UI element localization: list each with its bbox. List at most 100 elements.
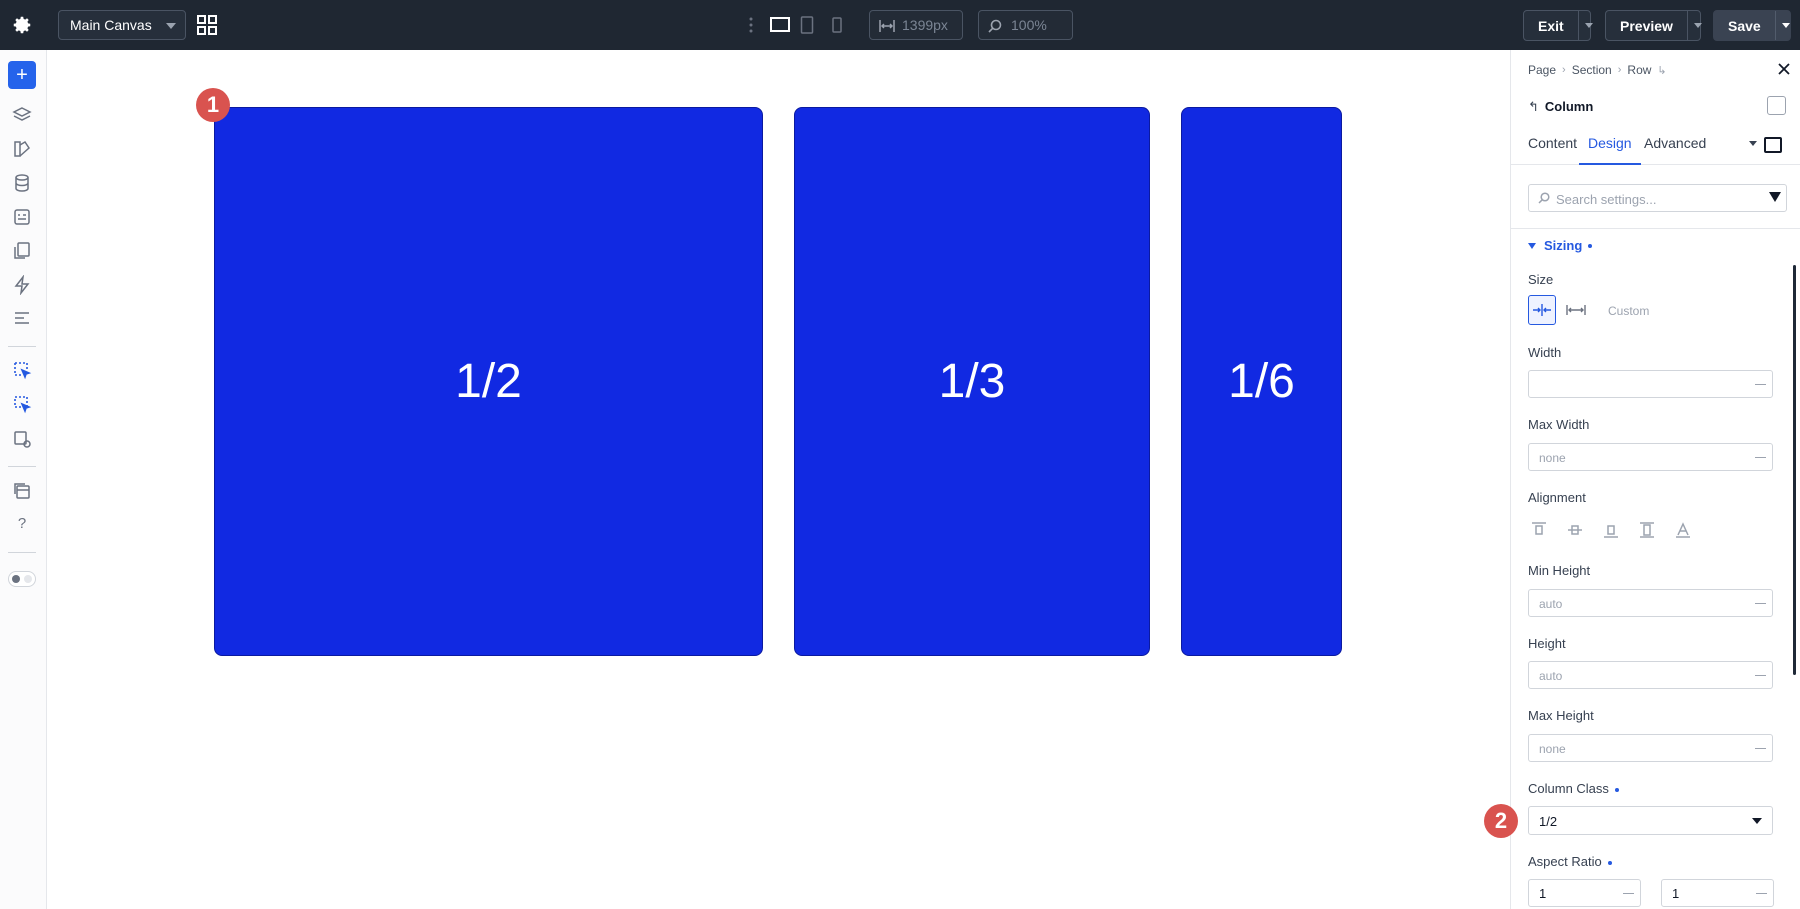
align-center-icon[interactable] [1566, 521, 1584, 539]
save-dropdown-icon[interactable] [1774, 11, 1790, 40]
column-third[interactable]: 1/3 [794, 107, 1150, 656]
aspect-ratio-label: Aspect Ratio [1528, 854, 1612, 869]
unit-dash-icon[interactable] [1756, 893, 1767, 894]
back-arrow-icon[interactable]: ↰ [1528, 99, 1539, 114]
tab-design[interactable]: Design [1579, 132, 1641, 165]
canvas-select[interactable]: Main Canvas [58, 10, 186, 40]
close-icon[interactable] [1777, 62, 1791, 76]
sidebar-divider [8, 346, 36, 347]
min-height-value: auto [1539, 597, 1563, 611]
search-icon [1538, 192, 1550, 204]
modified-dot [1614, 787, 1619, 792]
more-vertical-icon[interactable] [748, 16, 754, 34]
canvas-width-field[interactable]: 1399px [869, 10, 963, 40]
gear-icon[interactable] [11, 14, 33, 36]
column-class-label-text: Column Class [1528, 781, 1609, 796]
width-input[interactable] [1528, 370, 1773, 398]
align-baseline-icon[interactable] [1674, 521, 1692, 539]
preview-dropdown-icon[interactable] [1686, 11, 1703, 40]
zoom-icon [988, 19, 1002, 33]
unit-dash-icon[interactable] [1755, 603, 1766, 604]
bolt-icon[interactable] [12, 275, 32, 295]
pages-icon[interactable] [12, 241, 32, 261]
unit-dash-icon[interactable] [1623, 893, 1634, 894]
max-width-input[interactable]: none [1528, 443, 1773, 471]
section-sizing[interactable]: Sizing [1528, 238, 1593, 253]
panel-divider [1511, 228, 1800, 229]
exit-dropdown-icon[interactable] [1577, 11, 1594, 40]
library-icon[interactable] [12, 481, 32, 501]
database-icon[interactable] [12, 173, 32, 193]
align-bottom-icon[interactable] [1602, 521, 1620, 539]
tab-content[interactable]: Content [1528, 132, 1577, 165]
width-label: Width [1528, 345, 1562, 360]
search-placeholder: Search settings... [1556, 192, 1657, 207]
chevron-right-icon: › [1617, 64, 1622, 76]
size-custom-option[interactable]: Custom [1608, 304, 1649, 318]
size-label: Size [1528, 272, 1554, 287]
align-top-icon[interactable] [1530, 521, 1548, 539]
size-fluid-option[interactable] [1528, 295, 1556, 325]
resize-width-icon [879, 20, 895, 32]
max-width-label: Max Width [1528, 417, 1590, 432]
chevron-down-icon[interactable] [1749, 141, 1757, 146]
settings-panel: Page › Section › Row ↳ ↰ Column Content D… [1510, 50, 1800, 909]
tablet-view-icon[interactable] [800, 15, 814, 35]
aspect-ratio-width-input[interactable]: 1 [1528, 879, 1641, 907]
canvas-select-label: Main Canvas [70, 17, 152, 33]
step-badge-2: 2 [1484, 804, 1518, 838]
panel-options-icon[interactable] [1767, 96, 1786, 115]
align-stretch-icon[interactable] [1638, 521, 1656, 539]
panel-title: ↰ Column [1528, 99, 1593, 115]
aspect-ratio-height-input[interactable]: 1 [1661, 879, 1774, 907]
sidebar-divider [8, 466, 36, 467]
form-icon[interactable] [12, 207, 32, 227]
max-height-input[interactable]: none [1528, 734, 1773, 762]
breadcrumb-row[interactable]: Row [1627, 63, 1651, 77]
unit-dash-icon[interactable] [1755, 675, 1766, 676]
desktop-view-icon[interactable] [769, 15, 791, 35]
unit-dash-icon[interactable] [1755, 748, 1766, 749]
chevron-down-icon [1752, 818, 1762, 824]
min-height-input[interactable]: auto [1528, 589, 1773, 617]
breadcrumb-section[interactable]: Section [1572, 63, 1612, 77]
size-fixed-option[interactable] [1562, 295, 1590, 325]
column-class-label: Column Class [1528, 781, 1619, 796]
column-label: 1/3 [938, 355, 1006, 408]
height-value: auto [1539, 669, 1563, 683]
help-icon[interactable]: ? [12, 515, 32, 535]
select-template-icon[interactable] [12, 360, 32, 380]
panel-scrollbar[interactable] [1793, 265, 1796, 675]
filter-icon[interactable] [1769, 192, 1781, 202]
child-arrow-icon: ↳ [1657, 64, 1667, 77]
aspect-ratio-label-text: Aspect Ratio [1528, 854, 1602, 869]
select-multiple-icon[interactable] [12, 394, 32, 414]
preview-button[interactable]: Preview [1605, 10, 1703, 41]
zoom-value: 100% [1011, 17, 1047, 33]
column-half[interactable]: 1/2 [214, 107, 763, 656]
modified-dot [1588, 243, 1593, 248]
theme-toggle-icon[interactable] [8, 571, 36, 587]
zoom-field[interactable]: 100% [978, 10, 1073, 40]
layers-icon[interactable] [12, 105, 32, 125]
collapse-width-icon [1533, 304, 1551, 316]
template-settings-icon[interactable] [12, 429, 32, 449]
section-title: Sizing [1544, 238, 1583, 253]
tab-advanced[interactable]: Advanced [1644, 132, 1706, 165]
unit-dash-icon[interactable] [1755, 384, 1766, 385]
breadcrumb-page[interactable]: Page [1528, 63, 1556, 77]
settings-search[interactable]: Search settings... [1528, 184, 1787, 212]
add-icon[interactable]: + [8, 61, 36, 89]
save-button[interactable]: Save [1713, 10, 1791, 41]
column-class-select[interactable]: 1/2 [1528, 806, 1773, 835]
column-sixth[interactable]: 1/6 [1181, 107, 1342, 656]
min-height-label: Min Height [1528, 563, 1591, 578]
unit-dash-icon[interactable] [1755, 457, 1766, 458]
exit-button[interactable]: Exit [1523, 10, 1594, 41]
paint-icon[interactable] [12, 139, 32, 159]
responsive-box-icon[interactable] [1764, 137, 1782, 153]
structure-icon[interactable] [12, 309, 32, 329]
grid-layout-icon[interactable] [197, 15, 217, 35]
phone-view-icon[interactable] [831, 15, 843, 35]
height-input[interactable]: auto [1528, 661, 1773, 689]
